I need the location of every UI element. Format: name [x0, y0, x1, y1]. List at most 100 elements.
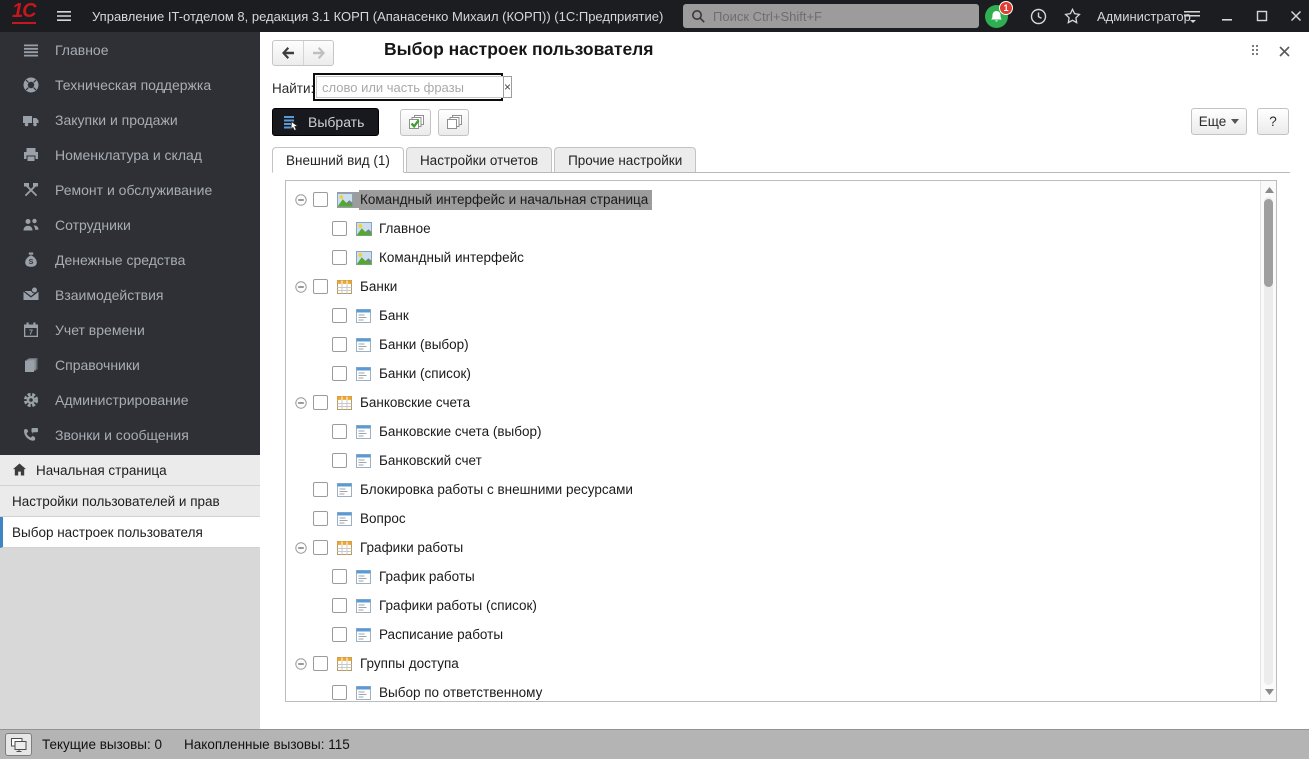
tab[interactable]: Настройки отчетов	[406, 147, 552, 173]
back-button[interactable]	[273, 41, 303, 65]
tab[interactable]: Прочие настройки	[554, 147, 696, 173]
tree-row[interactable]: Графики работы	[286, 533, 1276, 562]
sidebar-item[interactable]: 7 Учет времени	[0, 312, 260, 347]
collapse-icon[interactable]	[295, 281, 313, 293]
sidebar-item[interactable]: Закупки и продажи	[0, 102, 260, 137]
scroll-down-icon[interactable]	[1261, 685, 1277, 699]
collapse-icon[interactable]	[295, 513, 313, 525]
window-minimize-button[interactable]	[1214, 0, 1240, 32]
checkbox[interactable]	[313, 656, 328, 671]
sidebar-item[interactable]: Администрирование	[0, 382, 260, 417]
open-window-tab[interactable]: Начальная страница	[0, 455, 260, 486]
collapse-icon[interactable]	[314, 310, 332, 322]
check-all-button[interactable]	[400, 109, 431, 136]
checkbox[interactable]	[313, 192, 328, 207]
window-maximize-button[interactable]	[1249, 0, 1275, 32]
collapse-icon[interactable]	[295, 484, 313, 496]
sidebar-item-label: Сотрудники	[55, 217, 131, 233]
open-window-tab[interactable]: Настройки пользователей и прав	[0, 486, 260, 517]
checkbox[interactable]	[332, 337, 347, 352]
tab[interactable]: Внешний вид (1)	[272, 147, 404, 173]
checkbox[interactable]	[332, 685, 347, 700]
tree-row[interactable]: Банк	[286, 301, 1276, 330]
tree-row[interactable]: Расписание работы	[286, 620, 1276, 649]
open-window-tab[interactable]: Выбор настроек пользователя	[0, 517, 260, 548]
performance-monitor-button[interactable]	[5, 733, 32, 756]
tree-row[interactable]: Банковские счета (выбор)	[286, 417, 1276, 446]
collapse-icon[interactable]	[314, 455, 332, 467]
form-close-icon[interactable]	[1275, 42, 1293, 60]
sidebar-item[interactable]: Взаимодействия	[0, 277, 260, 312]
checkbox[interactable]	[313, 279, 328, 294]
sidebar-item[interactable]: Техническая поддержка	[0, 67, 260, 102]
scrollbar-thumb[interactable]	[1264, 199, 1273, 287]
collapse-icon[interactable]	[314, 368, 332, 380]
more-menu-dots-icon[interactable]	[1246, 42, 1264, 60]
checkbox[interactable]	[332, 221, 347, 236]
sidebar-item-label: Ремонт и обслуживание	[55, 182, 212, 198]
collapse-icon[interactable]	[314, 223, 332, 235]
more-button[interactable]: Еще	[1191, 108, 1247, 135]
collapse-icon[interactable]	[295, 542, 313, 554]
tree-row[interactable]: Командный интерфейс	[286, 243, 1276, 272]
service-menu-icon[interactable]	[1180, 0, 1204, 32]
collapse-icon[interactable]	[314, 629, 332, 641]
help-button[interactable]: ?	[1257, 108, 1289, 135]
tree-row[interactable]: Группы доступа	[286, 649, 1276, 678]
checkbox[interactable]	[332, 366, 347, 381]
tree-row[interactable]: Банки	[286, 272, 1276, 301]
checkbox[interactable]	[313, 540, 328, 555]
clear-find-button[interactable]: ×	[503, 76, 512, 98]
favorites-star-icon[interactable]	[1060, 0, 1084, 32]
checkbox[interactable]	[332, 627, 347, 642]
history-icon[interactable]	[1026, 0, 1050, 32]
select-button[interactable]: Выбрать	[272, 108, 379, 136]
tree-row[interactable]: Главное	[286, 214, 1276, 243]
sidebar-item[interactable]: Главное	[0, 32, 260, 67]
collapse-icon[interactable]	[295, 397, 313, 409]
tree-row[interactable]: Банковский счет	[286, 446, 1276, 475]
scroll-up-icon[interactable]	[1261, 183, 1277, 197]
sidebar-item[interactable]: Звонки и сообщения	[0, 417, 260, 452]
sidebar-item[interactable]: Ремонт и обслуживание	[0, 172, 260, 207]
tree-row[interactable]: Блокировка работы с внешними ресурсами	[286, 475, 1276, 504]
forward-button[interactable]	[303, 41, 333, 65]
collapse-icon[interactable]	[314, 252, 332, 264]
tree-row[interactable]: Вопрос	[286, 504, 1276, 533]
checkbox[interactable]	[313, 511, 328, 526]
tree-row[interactable]: Графики работы (список)	[286, 591, 1276, 620]
collapse-icon[interactable]	[314, 600, 332, 612]
tree-row[interactable]: График работы	[286, 562, 1276, 591]
global-search-input[interactable]: Поиск Ctrl+Shift+F	[683, 4, 979, 28]
checkbox[interactable]	[313, 482, 328, 497]
tree-row[interactable]: Банки (выбор)	[286, 330, 1276, 359]
collapse-icon[interactable]	[314, 339, 332, 351]
tree-row[interactable]: Командный интерфейс и начальная страница	[286, 185, 1276, 214]
checkbox[interactable]	[332, 453, 347, 468]
checkbox[interactable]	[332, 598, 347, 613]
checkbox[interactable]	[332, 569, 347, 584]
checkbox[interactable]	[313, 395, 328, 410]
sidebar-item[interactable]: S Денежные средства	[0, 242, 260, 277]
sidebar-item[interactable]: Номенклатура и склад	[0, 137, 260, 172]
tree-row[interactable]: Выбор по ответственному	[286, 678, 1276, 702]
collapse-icon[interactable]	[314, 426, 332, 438]
current-user[interactable]: Администратор	[1097, 0, 1191, 32]
checkbox[interactable]	[332, 308, 347, 323]
tree-row[interactable]: Банковские счета	[286, 388, 1276, 417]
sidebar-item[interactable]: Сотрудники	[0, 207, 260, 242]
collapse-icon[interactable]	[314, 687, 332, 699]
checkbox[interactable]	[332, 250, 347, 265]
uncheck-all-button[interactable]	[438, 109, 469, 136]
collapse-icon[interactable]	[314, 571, 332, 583]
form-icon	[337, 511, 359, 527]
tree-scrollbar[interactable]	[1260, 181, 1276, 701]
window-close-button[interactable]	[1283, 0, 1309, 32]
main-menu-icon[interactable]	[54, 0, 74, 32]
find-input[interactable]	[316, 76, 503, 98]
sidebar-item[interactable]: Справочники	[0, 347, 260, 382]
collapse-icon[interactable]	[295, 194, 313, 206]
collapse-icon[interactable]	[295, 658, 313, 670]
tree-row[interactable]: Банки (список)	[286, 359, 1276, 388]
checkbox[interactable]	[332, 424, 347, 439]
